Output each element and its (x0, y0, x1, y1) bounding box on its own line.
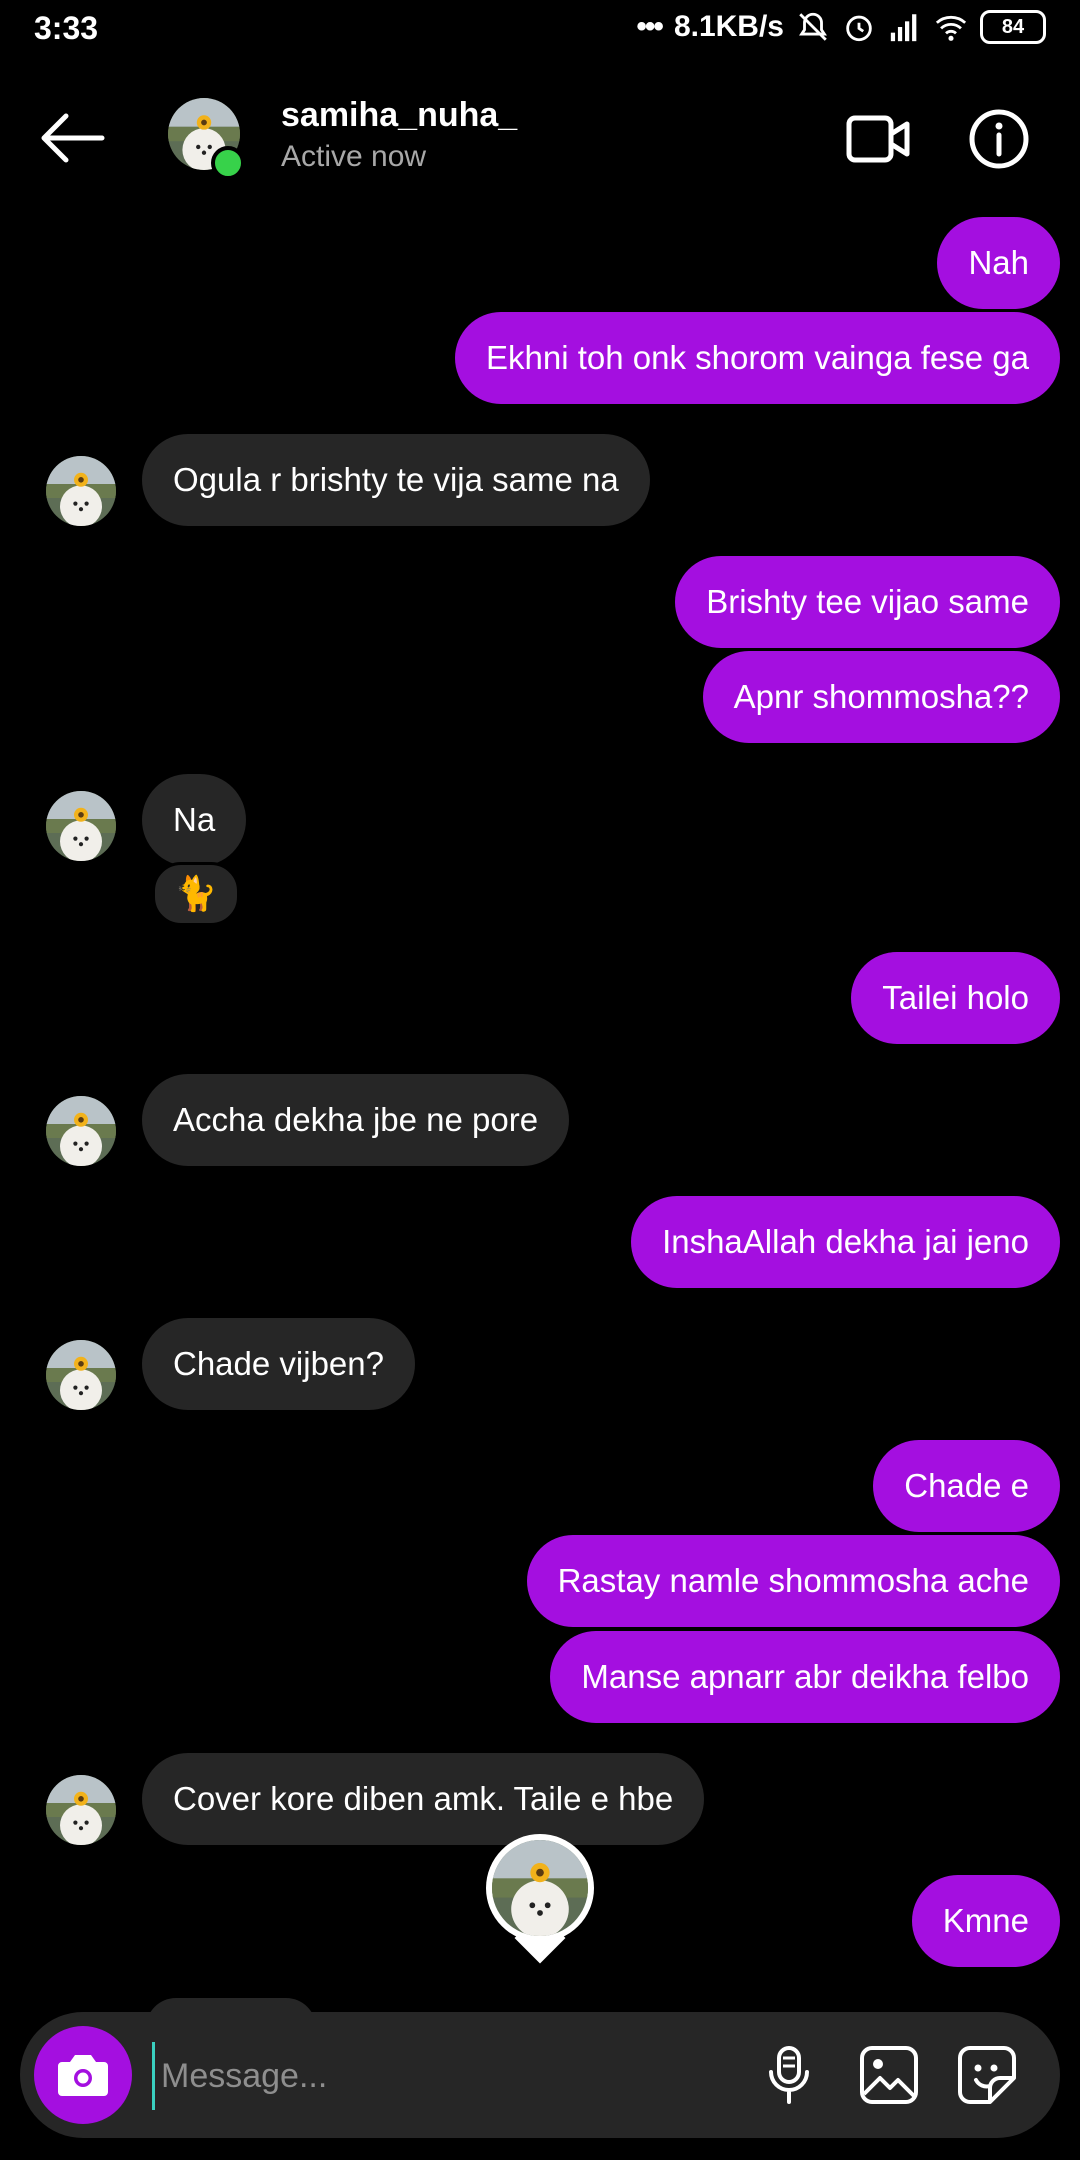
avatar (492, 1840, 588, 1936)
avatar[interactable] (46, 1775, 116, 1845)
avatar[interactable] (46, 791, 116, 861)
message-incoming[interactable]: Chade vijben? (142, 1318, 415, 1410)
message-outgoing[interactable]: Nah (937, 217, 1060, 309)
message-input[interactable] (152, 2042, 723, 2110)
message-outgoing[interactable]: Kmne (911, 1875, 1060, 1967)
avatar[interactable] (46, 1096, 116, 1166)
message-incoming[interactable]: Accha dekha jbe ne pore (142, 1074, 570, 1166)
mute-bell-icon (799, 12, 827, 41)
message-outgoing[interactable]: Brishty tee vijao same (675, 556, 1060, 648)
back-arrow-icon[interactable] (36, 110, 106, 166)
sticker-icon[interactable] (956, 2044, 1018, 2106)
message-outgoing[interactable]: Rastay namle shommosha ache (526, 1535, 1060, 1627)
status-icons: ••• 8.1KB/s 84 (636, 10, 1046, 44)
signal-icon (890, 14, 917, 42)
message-outgoing[interactable]: Manse apnarr abr deikha felbo (550, 1631, 1060, 1723)
video-call-icon[interactable] (846, 112, 910, 166)
message-reaction[interactable]: 🐈 (152, 862, 240, 926)
status-bar: 3:33 ••• 8.1KB/s 84 (0, 0, 1080, 62)
message-composer (20, 2012, 1060, 2138)
message-incoming[interactable]: Ogula r brishty te vija same na (142, 434, 650, 526)
online-indicator (211, 146, 245, 180)
status-time: 3:33 (34, 10, 99, 46)
battery-icon: 84 (980, 10, 1046, 44)
message-outgoing[interactable]: Ekhni toh onk shorom vainga fese ga (454, 312, 1060, 404)
message-outgoing[interactable]: InshaAllah dekha jai jeno (631, 1196, 1060, 1288)
message-incoming[interactable]: Na (142, 774, 247, 866)
camera-button[interactable] (34, 2026, 132, 2124)
microphone-icon[interactable] (758, 2044, 820, 2106)
avatar[interactable] (46, 1340, 116, 1410)
message-incoming[interactable]: Cover kore diben amk. Taile e hbe (142, 1753, 705, 1845)
message-outgoing[interactable]: Chade e (873, 1440, 1060, 1532)
wifi-icon (935, 15, 967, 41)
chat-header: samiha_nuha_ Active now (0, 88, 1080, 188)
contact-status: Active now (281, 140, 427, 173)
gallery-icon[interactable] (858, 2044, 920, 2106)
network-speed: 8.1KB/s (673, 10, 784, 43)
avatar[interactable] (46, 456, 116, 526)
info-icon[interactable] (968, 108, 1030, 170)
seen-avatar (486, 1834, 594, 1942)
message-outgoing[interactable]: Tailei holo (851, 952, 1060, 1044)
message-outgoing[interactable]: Apnr shommosha?? (702, 651, 1060, 743)
dots-icon: ••• (636, 10, 663, 43)
camera-icon (58, 2055, 108, 2096)
contact-username[interactable]: samiha_nuha_ (281, 96, 517, 135)
alarm-icon (846, 15, 872, 42)
